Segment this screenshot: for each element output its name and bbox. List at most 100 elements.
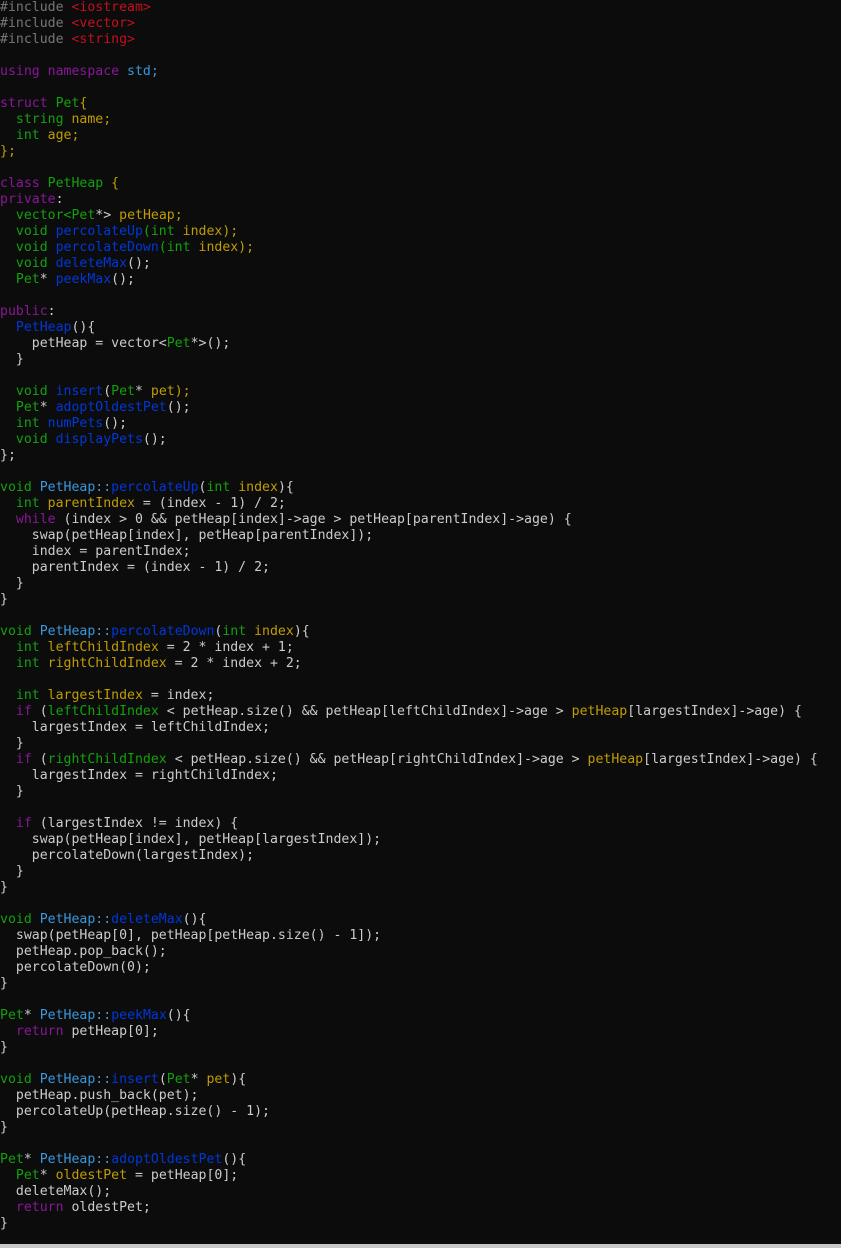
code-token: } — [0, 864, 24, 879]
code-token: } — [0, 784, 24, 799]
code-line: struct Pet{ — [0, 96, 841, 112]
code-token: int — [0, 128, 48, 143]
code-line: } — [0, 736, 841, 752]
code-token: (); — [166, 400, 191, 415]
code-token: (); — [103, 416, 128, 431]
code-token: Pet — [0, 1168, 40, 1183]
code-token: name; — [71, 112, 112, 127]
code-line: if (rightChildIndex < petHeap.size() && … — [0, 752, 841, 768]
code-line: while (index > 0 && petHeap[index]->age … — [0, 512, 841, 528]
code-token: [largestIndex]->age) { — [643, 752, 818, 767]
code-editor[interactable]: #include <iostream> #include <vector> #inc… — [0, 0, 841, 1244]
code-token: = petHeap[0]; — [127, 1168, 239, 1183]
code-line: } — [0, 864, 841, 880]
code-line: Pet* adoptOldestPet(); — [0, 400, 841, 416]
code-token: age; — [47, 128, 80, 143]
code-line: percolateUp(petHeap.size() - 1); — [0, 1104, 841, 1120]
code-line: void percolateUp(int index); — [0, 224, 841, 240]
code-token: <string> — [71, 32, 135, 47]
code-token: parentIndex = (index - 1) / 2; — [0, 560, 270, 575]
code-token: ( — [103, 384, 112, 399]
code-token: * — [39, 400, 56, 415]
code-token: #include — [0, 32, 72, 47]
code-line: if (largestIndex != index) { — [0, 816, 841, 832]
code-token: petHeap = vector< — [0, 336, 167, 351]
code-token: void — [0, 224, 56, 239]
code-line: class PetHeap { — [0, 176, 841, 192]
code-line: #include <iostream> — [0, 0, 841, 16]
code-line: } — [0, 1120, 841, 1136]
code-token: return — [0, 1024, 72, 1039]
code-line: deleteMax(); — [0, 1184, 841, 1200]
code-token: void — [0, 912, 40, 927]
code-token: percolateUp(petHeap.size() - 1); — [0, 1104, 270, 1119]
code-line: string name; — [0, 112, 841, 128]
code-token: (){ — [182, 912, 207, 927]
code-line: int age; — [0, 128, 841, 144]
code-token: * — [135, 384, 151, 399]
code-token: petHeap.push_back(pet); — [0, 1088, 199, 1103]
code-token: class — [0, 176, 48, 191]
code-token: PetHeap — [0, 320, 72, 335]
code-token: struct — [0, 96, 56, 111]
code-line: } — [0, 576, 841, 592]
code-token: std; — [127, 64, 159, 79]
code-line: int parentIndex = (index - 1) / 2; — [0, 496, 841, 512]
code-token: Pet — [0, 1008, 24, 1023]
code-line: swap(petHeap[index], petHeap[largestInde… — [0, 832, 841, 848]
code-token: < petHeap.size() && petHeap[rightChildIn… — [166, 752, 588, 767]
code-token: index = parentIndex; — [0, 544, 191, 559]
horizontal-scrollbar[interactable] — [0, 1244, 841, 1248]
code-token: ){ — [293, 624, 310, 639]
code-token: * — [23, 1008, 40, 1023]
code-token: void — [0, 1072, 40, 1087]
code-line: } — [0, 880, 841, 896]
code-line: Pet* PetHeap::adoptOldestPet(){ — [0, 1152, 841, 1168]
code-token: leftChildIndex — [47, 704, 159, 719]
code-token: * — [39, 272, 56, 287]
code-token: largestIndex = leftChildIndex; — [0, 720, 270, 735]
code-line: } — [0, 1040, 841, 1056]
code-line: petHeap = vector<Pet*>(); — [0, 336, 841, 352]
code-token: adoptOldestPet — [55, 400, 167, 415]
code-token: petHeap[0]; — [71, 1024, 159, 1039]
code-token: pet); — [150, 384, 191, 399]
code-token: index — [238, 480, 278, 495]
code-token: swap(petHeap[index], petHeap[largestInde… — [0, 832, 382, 847]
code-line: void PetHeap::percolateDown(int index){ — [0, 624, 841, 640]
code-token: *>(); — [190, 336, 231, 351]
code-line: Pet* peekMax(); — [0, 272, 841, 288]
code-token: = (index - 1) / 2; — [134, 496, 286, 511]
code-line: index = parentIndex; — [0, 544, 841, 560]
code-token: index — [254, 624, 294, 639]
code-token: PetHeap — [47, 176, 112, 191]
code-token: } — [0, 592, 8, 607]
code-token: displayPets — [55, 432, 143, 447]
code-token: void — [0, 240, 56, 255]
code-token: (largestIndex != index) { — [39, 816, 239, 831]
code-line: return petHeap[0]; — [0, 1024, 841, 1040]
code-line: int leftChildIndex = 2 * index + 1; — [0, 640, 841, 656]
code-token: swap(petHeap[index], petHeap[parentIndex… — [0, 528, 374, 543]
code-line: void PetHeap::percolateUp(int index){ — [0, 480, 841, 496]
code-token: int — [0, 640, 48, 655]
code-token: Pet — [166, 1072, 191, 1087]
code-token: Pet — [55, 96, 80, 111]
code-token: if — [0, 752, 40, 767]
code-token: peekMax — [111, 1008, 167, 1023]
code-line: Pet* oldestPet = petHeap[0]; — [0, 1168, 841, 1184]
code-token: ){ — [277, 480, 294, 495]
code-line: }; — [0, 144, 841, 160]
code-token: index); — [198, 240, 255, 255]
code-token: percolateDown(0); — [0, 960, 151, 975]
code-token: rightChildIndex — [47, 752, 167, 767]
code-token: = 2 * index + 1; — [158, 640, 294, 655]
code-token: Pet — [0, 272, 40, 287]
code-token: string — [0, 112, 72, 127]
code-line: int rightChildIndex = 2 * index + 2; — [0, 656, 841, 672]
code-line: using namespace std; — [0, 64, 841, 80]
